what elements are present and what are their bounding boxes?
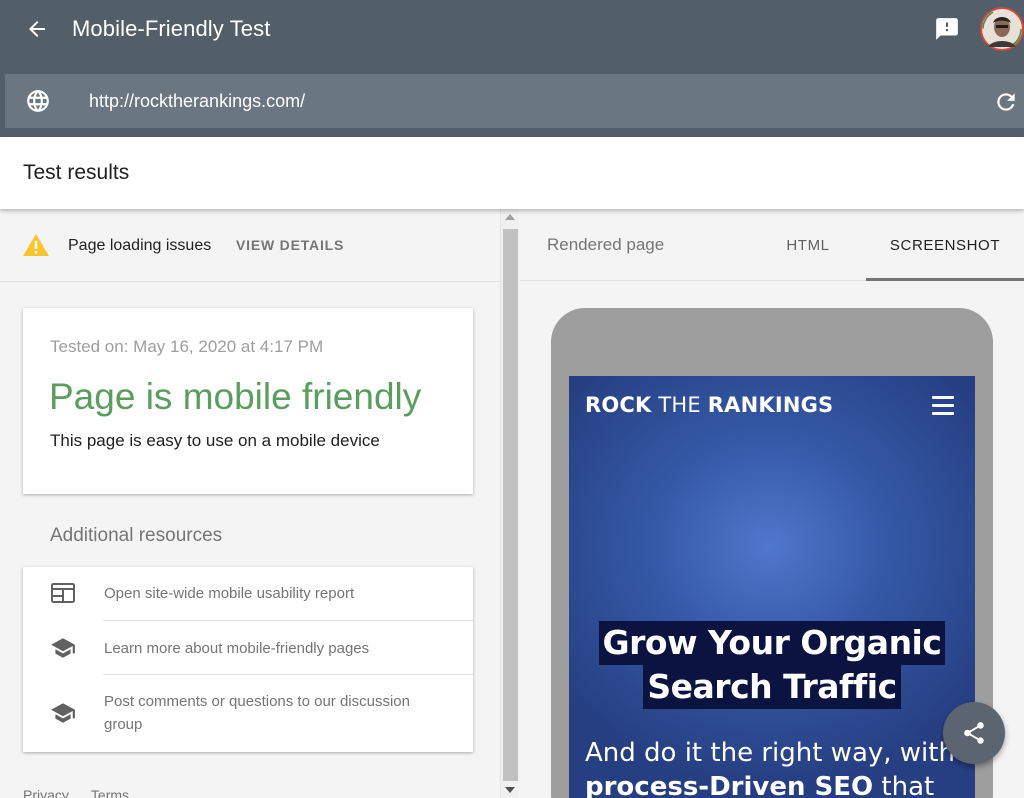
right-panel: Rendered page HTML SCREENSHOT ROCK THE R…	[520, 209, 1024, 798]
subline-text: process-Driven SEO that	[585, 770, 975, 798]
resource-item-learn-more[interactable]: Learn more about mobile-friendly pages	[23, 621, 473, 674]
warning-icon	[23, 234, 49, 256]
active-tab-indicator	[866, 278, 1024, 281]
avatar[interactable]	[980, 7, 1024, 51]
reload-icon[interactable]	[993, 89, 1019, 115]
result-card: Tested on: May 16, 2020 at 4:17 PM Page …	[23, 308, 473, 494]
school-icon	[51, 638, 75, 658]
tested-on-text: Tested on: May 16, 2020 at 4:17 PM	[50, 337, 324, 356]
scroll-thumb[interactable]	[503, 229, 518, 781]
school-icon	[51, 703, 75, 723]
headline-line: Search Traffic	[643, 665, 901, 709]
verdict-description: This page is easy to use on a mobile dev…	[50, 431, 380, 450]
phone-frame: ROCK THE RANKINGS Grow Your Organic Sear…	[551, 308, 993, 798]
back-button[interactable]	[22, 14, 52, 44]
feedback-icon	[936, 18, 958, 40]
logo-part: RANKINGS	[707, 393, 834, 417]
feedback-button[interactable]	[934, 16, 960, 42]
resource-label: Open site-wide mobile usability report	[104, 585, 355, 602]
privacy-link[interactable]: Privacy	[23, 787, 69, 798]
resource-label: Post comments or questions to our discus…	[104, 693, 410, 733]
resources-list: Open site-wide mobile usability report L…	[23, 567, 473, 752]
resources-title: Additional resources	[50, 525, 223, 546]
arrow-back-icon	[29, 21, 45, 37]
hamburger-menu-icon	[932, 396, 954, 416]
subline-bold: process-Driven SEO	[585, 772, 874, 798]
site-logo: ROCK THE RANKINGS	[585, 393, 833, 417]
share-button[interactable]	[943, 702, 1005, 764]
footer-links: Privacy Terms	[23, 787, 151, 798]
resource-label: Learn more about mobile-friendly pages	[104, 640, 370, 657]
share-icon	[964, 722, 984, 744]
subline-rest: that	[873, 772, 935, 798]
resource-item-discussion-group[interactable]: Post comments or questions to our discus…	[23, 675, 473, 752]
left-panel-scrollbar[interactable]	[500, 209, 519, 798]
logo-part: ROCK	[585, 393, 652, 417]
app-title: Mobile-Friendly Test	[72, 16, 271, 41]
verdict-headline: Page is mobile friendly	[49, 376, 422, 417]
results-header: Test results	[0, 137, 1024, 209]
view-details-button[interactable]: VIEW DETAILS	[236, 237, 344, 253]
tab-screenshot[interactable]: SCREENSHOT	[866, 209, 1024, 281]
subline-text: And do it the right way, with	[585, 738, 955, 768]
issue-label: Page loading issues	[68, 237, 212, 254]
url-input[interactable]	[89, 88, 969, 114]
site-headline: Grow Your Organic Search Traffic	[569, 621, 975, 709]
terms-link[interactable]: Terms	[91, 787, 129, 798]
page-screenshot: ROCK THE RANKINGS Grow Your Organic Sear…	[569, 376, 975, 798]
resource-item-usability-report[interactable]: Open site-wide mobile usability report	[23, 567, 473, 620]
scroll-up-arrow[interactable]	[505, 214, 515, 220]
page-loading-issues-row: Page loading issues VIEW DETAILS	[0, 209, 500, 282]
user-avatar-icon	[980, 7, 1024, 51]
app-bar: Mobile-Friendly Test	[0, 0, 1024, 137]
headline-line: Grow Your Organic	[598, 621, 946, 665]
logo-part: THE	[651, 393, 708, 417]
tab-html[interactable]: HTML	[768, 209, 848, 281]
web-report-icon	[51, 583, 75, 603]
preview-tabs: Rendered page HTML SCREENSHOT	[520, 209, 1024, 281]
scroll-down-arrow[interactable]	[505, 787, 515, 793]
globe-icon	[27, 90, 49, 112]
rendered-page-label: Rendered page	[547, 235, 665, 254]
site-subheadline: And do it the right way, with process-Dr…	[585, 736, 975, 798]
url-bar	[5, 74, 1024, 128]
results-title: Test results	[23, 161, 130, 184]
left-panel: Page loading issues VIEW DETAILS Tested …	[0, 209, 500, 798]
